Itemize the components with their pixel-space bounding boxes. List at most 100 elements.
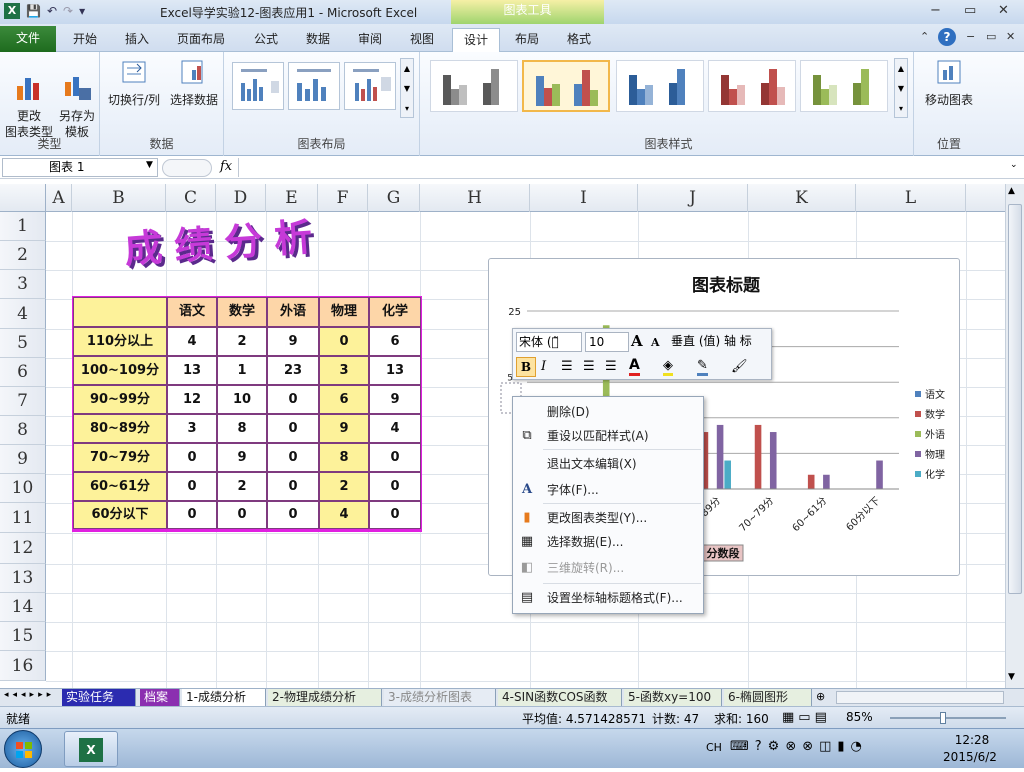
minimize-button[interactable]: − [930,3,941,18]
row-header[interactable]: 6 [0,358,46,387]
styles-scroll[interactable]: ▲ ▼ ▾ [894,58,908,118]
zoom-level[interactable]: 85% [846,710,873,724]
table-cell[interactable]: 0 [217,501,267,529]
context-menu-item[interactable]: ⧉ 重设以匹配样式(A) [513,425,703,447]
table-cell[interactable]: 4 [167,327,217,356]
sheet-tab[interactable]: 实验任务 [62,689,136,706]
font-name-select[interactable]: 宋体 (正̃ [516,332,582,352]
table-cell[interactable]: 3 [319,356,369,385]
horizontal-scrollbar[interactable] [836,691,1004,704]
tray-icons[interactable]: ⌨?⚙⊗⊗◫▮◔ [730,739,868,754]
help-icon[interactable]: ? [938,28,956,46]
restore-button[interactable]: ▭ [964,3,976,18]
row-header[interactable]: 16 [0,651,46,681]
column-header[interactable]: C [166,184,216,212]
table-cell[interactable]: 0 [267,472,319,501]
doc-restore-icon[interactable]: ▭ [986,30,996,43]
format-painter-icon[interactable]: 🖌 [731,359,748,374]
italic-button[interactable]: I [541,359,546,374]
table-row-label[interactable]: 60~61分 [73,472,167,501]
row-header[interactable]: 11 [0,503,46,533]
table-cell[interactable]: 9 [267,327,319,356]
bold-button[interactable]: B [516,357,536,377]
row-header[interactable]: 12 [0,533,46,564]
table-row-label[interactable]: 100~109分 [73,356,167,385]
font-size-select[interactable]: 10 [585,332,629,352]
scroll-down-icon[interactable]: ▼ [1008,672,1015,682]
table-row-label[interactable]: 80~89分 [73,414,167,443]
taskbar-excel-button[interactable]: X [64,731,118,767]
fx-icon[interactable]: fx [220,159,232,174]
column-header[interactable]: I [530,184,638,212]
row-header[interactable]: 13 [0,564,46,593]
context-menu-item[interactable]: ▮ 更改图表类型(Y)... [513,507,703,529]
change-chart-type-button[interactable]: 更改 图表类型 [2,58,56,140]
tab-design[interactable]: 设计 [452,28,500,52]
tab-view[interactable]: 视图 [400,28,444,52]
move-chart-button[interactable]: 移动图表 [918,58,980,108]
column-header[interactable]: G [368,184,420,212]
table-header-cell[interactable]: 外语 [267,297,319,327]
row-header[interactable]: 14 [0,593,46,622]
collapse-ribbon-icon[interactable]: ⌃ [920,30,929,43]
tab-format[interactable]: 格式 [556,28,602,52]
customize-qat-icon[interactable]: ▾ [79,4,85,18]
sheet-tab[interactable]: 5-函数xy=100 [624,689,722,706]
table-cell[interactable]: 6 [319,385,369,414]
row-header[interactable]: 2 [0,241,46,270]
chart-layout-1[interactable] [232,62,284,110]
table-cell[interactable]: 0 [319,327,369,356]
undo-icon[interactable]: ↶ [47,4,57,18]
x-axis-title[interactable]: 分数段 [707,546,740,560]
table-row-label[interactable]: 110分以上 [73,327,167,356]
table-cell[interactable]: 12 [167,385,217,414]
outline-color-icon[interactable]: ✎ [697,359,708,376]
row-header[interactable]: 5 [0,329,46,358]
row-header[interactable]: 8 [0,416,46,445]
table-cell[interactable]: 0 [267,501,319,529]
chart-style-5[interactable] [800,60,888,112]
row-header[interactable]: 4 [0,299,46,329]
redo-icon[interactable]: ↷ [63,4,73,18]
start-button[interactable] [4,730,42,768]
chart-style-1[interactable] [430,60,518,112]
row-header[interactable]: 10 [0,474,46,503]
context-menu-item[interactable]: ▤ 设置坐标轴标题格式(F)... [513,587,703,609]
table-cell[interactable]: 0 [167,472,217,501]
table-cell[interactable]: 0 [369,443,421,472]
table-cell[interactable]: 8 [217,414,267,443]
column-header[interactable]: F [318,184,368,212]
formula-expand-icon[interactable]: ⌄ [1010,160,1018,170]
context-menu-item[interactable]: ▦ 选择数据(E)... [513,531,703,553]
table-cell[interactable]: 10 [217,385,267,414]
clock-date[interactable]: 2015/6/2 [932,750,1008,764]
table-cell[interactable]: 2 [217,472,267,501]
tab-layout[interactable]: 布局 [504,28,550,52]
table-cell[interactable]: 0 [267,385,319,414]
shrink-font-button[interactable]: A [651,336,660,349]
formula-expand-control[interactable] [162,159,212,177]
row-header[interactable]: 7 [0,387,46,416]
tab-page-layout[interactable]: 页面布局 [168,28,234,52]
context-menu-item[interactable]: A 字体(F)... [513,479,703,501]
table-header-cell[interactable]: 化学 [369,297,421,327]
tab-insert[interactable]: 插入 [114,28,160,52]
clock-time[interactable]: 12:28 [940,733,1004,747]
table-cell[interactable]: 4 [369,414,421,443]
excel-logo-icon[interactable]: X [4,3,20,19]
insert-sheet-icon[interactable]: ⊕ [816,690,825,703]
table-cell[interactable]: 2 [319,472,369,501]
close-button[interactable]: ✕ [998,3,1009,18]
table-cell[interactable]: 1 [217,356,267,385]
table-cell[interactable]: 4 [319,501,369,529]
table-header-cell[interactable]: 物理 [319,297,369,327]
sheet-tab[interactable]: 6-椭圆图形 [724,689,812,706]
table-cell[interactable]: 0 [167,443,217,472]
table-cell[interactable]: 9 [319,414,369,443]
sheet-tab[interactable]: 4-SIN函数COS函数 [498,689,622,706]
name-box-dropdown-icon[interactable]: ▼ [146,160,153,170]
table-header-cell[interactable]: 语文 [167,297,217,327]
table-row-label[interactable]: 70~79分 [73,443,167,472]
row-header[interactable]: 3 [0,270,46,299]
table-row-label[interactable]: 60分以下 [73,501,167,529]
